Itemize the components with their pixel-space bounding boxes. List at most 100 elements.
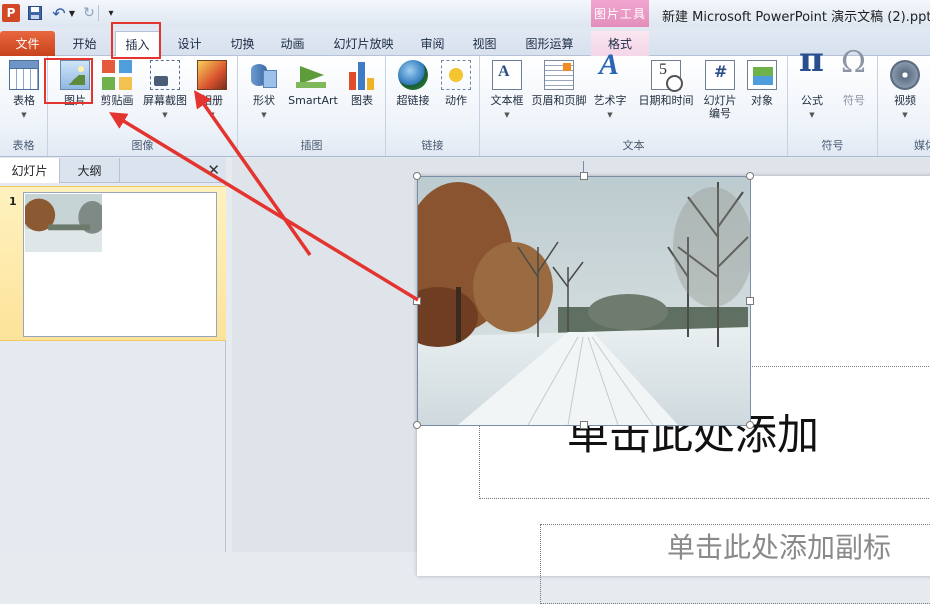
tab-animations[interactable]: 动画 [270,31,315,56]
slide-number-button-label-line2: 编号 [709,107,731,120]
hyperlink-button[interactable]: 超链接 [390,60,436,107]
wordart-button[interactable]: 艺术字 ▼ [590,58,630,122]
table-icon [9,60,39,90]
resize-handle-bottom[interactable] [580,421,588,429]
group-label-illustrations: 插图 [300,139,323,152]
slide-thumbnail[interactable] [23,192,217,337]
inserted-picture[interactable] [413,161,754,429]
group-label-symbols: 符号 [821,139,844,152]
symbol-button[interactable]: 符号 [836,56,872,107]
resize-handle-top[interactable] [580,172,588,180]
slide-number-button[interactable]: 幻灯片 编号 [700,60,740,120]
customize-qat-button[interactable]: ▾ [106,4,116,22]
date-time-button-label: 日期和时间 [638,94,694,107]
tab-slides[interactable]: 幻灯片 [0,158,60,183]
winter-landscape-photo [418,177,750,425]
video-button[interactable]: 视频 ▼ [886,60,924,122]
header-footer-icon [544,60,574,90]
action-button[interactable]: 动作 [438,60,474,107]
clip-art-icon [102,60,132,90]
tab-review[interactable]: 审阅 [410,31,455,56]
calendar-clock-icon [651,60,683,92]
header-footer-button[interactable]: 页眉和页脚 [528,60,590,107]
close-pane-icon[interactable]: ✕ [207,161,220,179]
chevron-down-icon: ▼ [902,111,908,119]
window-title: 新建 Microsoft PowerPoint 演示文稿 (2).pptx [662,10,930,25]
tab-file[interactable]: 文件 [0,31,55,56]
chart-button[interactable]: 图表 [344,60,380,107]
qat-divider [98,5,99,21]
equation-button-label: 公式 [801,94,823,107]
group-label-text: 文本 [622,139,645,152]
equation-button[interactable]: 公式 ▼ [794,54,830,122]
undo-dropdown-button[interactable]: ▼ [68,4,76,22]
shapes-button[interactable]: 形状 ▼ [246,60,282,122]
save-icon [28,6,42,20]
customize-dropdown-icon: ▾ [108,7,114,19]
undo-button[interactable]: ↶ [50,3,68,23]
tab-transitions[interactable]: 切换 [220,31,265,56]
picture-tools-context-label: 图片工具 [591,0,649,27]
photo-album-button-label: 相册 [201,94,223,107]
group-symbols: 公式 ▼ 符号 符号 [788,54,878,156]
chart-icon [347,60,377,90]
undo-icon: ↶ [52,3,66,23]
slides-outline-pane: 幻灯片 大纲 ✕ 1 [0,158,226,552]
smartart-button[interactable]: SmartArt [284,60,342,107]
tab-slideshow[interactable]: 幻灯片放映 [325,31,402,56]
resize-handle-left[interactable] [413,297,421,305]
tab-home[interactable]: 开始 [57,31,112,56]
screenshot-button-label: 屏幕截图 [143,94,187,107]
ribbon: 表格 ▼ 表格 图片 剪贴画 屏幕截图 ▼ 相册 ▼ 图像 形状 ▼ Smart… [0,54,930,157]
tab-design[interactable]: 设计 [167,31,212,56]
slide-number-button-label-line1: 幻灯片 [703,94,737,107]
slide-number-label: 1 [9,195,17,208]
chart-button-label: 图表 [351,94,373,107]
chevron-down-icon: ▼ [607,111,613,119]
group-text: 文本框 ▼ 页眉和页脚 艺术字 ▼ 日期和时间 幻灯片 编号 对象 文本 [480,56,788,156]
slide-canvas[interactable]: 单击此处添加 单击此处添加副标 [413,161,930,604]
tab-view[interactable]: 视图 [462,31,507,56]
resize-handle-bottom-right[interactable] [746,421,754,429]
group-label-media: 媒体 [914,139,930,152]
slide-thumbnail-selected[interactable]: 1 [0,186,226,341]
group-illustrations: 形状 ▼ SmartArt 图表 插图 [238,56,386,156]
text-box-icon [492,60,522,90]
photo-album-button[interactable]: 相册 ▼ [194,60,230,122]
tab-shape-operations[interactable]: 图形运算 [517,31,582,56]
screenshot-icon [150,60,180,90]
wordart-button-label: 艺术字 [593,94,627,107]
group-media: 视频 ▼ 媒体 [878,56,930,156]
slide-editing-area: 单击此处添加 单击此处添加副标 [232,158,930,604]
hyperlink-globe-icon [398,60,428,90]
chevron-down-icon: ▼ [21,111,27,119]
smartart-icon [296,60,330,90]
annotation-highlight-insert-tab [111,22,161,59]
date-time-button[interactable]: 日期和时间 [634,60,698,107]
screenshot-button[interactable]: 屏幕截图 ▼ [140,60,190,122]
redo-button[interactable]: ↻ [82,4,96,22]
resize-handle-bottom-left[interactable] [413,421,421,429]
tab-outline[interactable]: 大纲 [60,158,120,183]
slide-number-icon [705,60,735,90]
annotation-highlight-picture-button [44,58,93,104]
resize-handle-top-left[interactable] [413,172,421,180]
resize-handle-top-right[interactable] [746,172,754,180]
save-button[interactable] [27,4,43,22]
chevron-down-icon: ▼ [504,111,510,119]
table-button[interactable]: 表格 ▼ [8,60,40,122]
text-box-button[interactable]: 文本框 ▼ [484,60,530,122]
video-button-label: 视频 [894,94,916,107]
pi-equation-icon [797,54,827,90]
redo-icon: ↻ [83,5,95,21]
rotation-handle-stem [583,161,584,173]
action-star-icon [441,60,471,90]
resize-handle-right[interactable] [746,297,754,305]
pane-tab-bar: 幻灯片 大纲 ✕ [0,158,226,183]
group-label-images: 图像 [131,139,154,152]
clip-art-button[interactable]: 剪贴画 [98,60,136,107]
chevron-down-icon: ▼ [809,111,815,119]
object-button[interactable]: 对象 [744,60,780,107]
chevron-down-icon: ▼ [209,111,215,119]
group-label-tables: 表格 [12,139,35,152]
